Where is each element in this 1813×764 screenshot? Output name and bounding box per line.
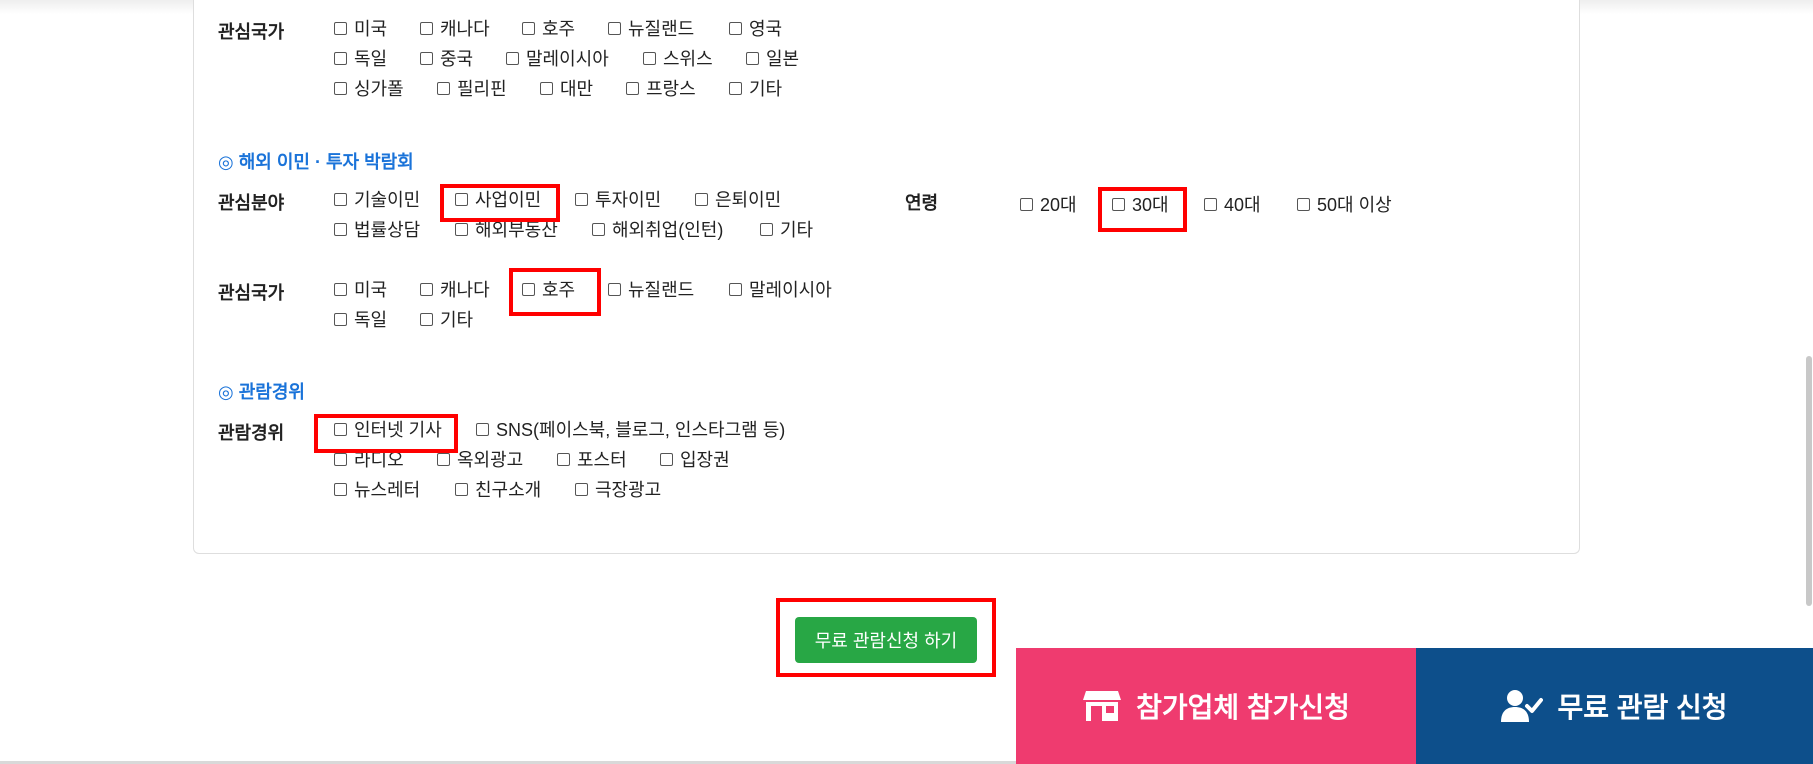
visit-path-section-title: ◎ 관람경위 [218,382,305,402]
checkbox-country-germany[interactable]: 독일 [334,47,387,69]
checkbox-visit-ticket[interactable]: 입장권 [660,448,730,470]
interest-country-label: 관심국가 [218,22,285,42]
checkbox-country-switzerland[interactable]: 스위스 [643,47,713,69]
checkbox-visit-radio[interactable]: 라디오 [334,448,404,470]
checkbox-visit-newsletter[interactable]: 뉴스레터 [334,478,420,500]
checkbox-field-other[interactable]: 기타 [760,218,813,240]
checkbox-expo-country-canada[interactable]: 캐나다 [420,278,490,300]
checkbox-expo-country-australia[interactable]: 호주 [522,278,575,300]
checkbox-country-malaysia[interactable]: 말레이시아 [506,47,609,69]
checkbox-field-realestate[interactable]: 해외부동산 [455,218,558,240]
checkbox-visit-poster[interactable]: 포스터 [557,448,627,470]
checkbox-country-france[interactable]: 프랑스 [626,77,696,99]
exhibitor-apply-label: 참가업체 참가신청 [1136,692,1350,723]
checkbox-expo-country-other[interactable]: 기타 [420,308,473,330]
checkbox-visit-friend[interactable]: 친구소개 [455,478,541,500]
exhibitor-apply-button[interactable]: 참가업체 참가신청 [1016,648,1416,764]
checkbox-expo-country-usa[interactable]: 미국 [334,278,387,300]
checkbox-field-business[interactable]: 사업이민 [455,188,541,210]
checkbox-country-uk[interactable]: 영국 [729,17,782,39]
interest-field-label: 관심분야 [218,193,285,213]
free-visit-submit-button[interactable]: 무료 관람신청 하기 [795,617,977,663]
checkbox-field-investment[interactable]: 투자이민 [575,188,661,210]
checkbox-age-40s[interactable]: 40대 [1204,193,1261,215]
checkbox-country-japan[interactable]: 일본 [746,47,799,69]
visit-path-label: 관람경위 [218,423,285,443]
immigration-expo-section-title: ◎ 해외 이민 · 투자 박람회 [218,152,414,172]
checkbox-field-skilled[interactable]: 기술이민 [334,188,420,210]
vertical-scrollbar[interactable] [1806,356,1812,606]
checkbox-country-philippines[interactable]: 필리핀 [437,77,507,99]
checkbox-field-retirement[interactable]: 은퇴이민 [695,188,781,210]
checkbox-expo-country-germany[interactable]: 독일 [334,308,387,330]
checkbox-field-legal[interactable]: 법률상담 [334,218,420,240]
free-visit-apply-label: 무료 관람 신청 [1557,692,1728,723]
checkbox-age-20s[interactable]: 20대 [1020,193,1077,215]
user-check-icon [1501,689,1544,723]
free-visit-apply-button[interactable]: 무료 관람 신청 [1416,648,1813,764]
checkbox-expo-country-malaysia[interactable]: 말레이시아 [729,278,832,300]
checkbox-country-usa[interactable]: 미국 [334,17,387,39]
checkbox-country-newzealand[interactable]: 뉴질랜드 [608,17,694,39]
checkbox-field-overseas-job[interactable]: 해외취업(인턴) [592,218,723,240]
store-icon [1082,689,1122,723]
application-form-card: 관심국가 미국 캐나다 호주 뉴질랜드 영국 독일 중국 말레이시아 스위스 일… [193,0,1580,554]
checkbox-visit-outdoor-ad[interactable]: 옥외광고 [437,448,523,470]
checkbox-country-singapore[interactable]: 싱가폴 [334,77,404,99]
checkbox-visit-internet-article[interactable]: 인터넷 기사 [334,418,442,440]
checkbox-country-australia[interactable]: 호주 [522,17,575,39]
checkbox-country-china[interactable]: 중국 [420,47,473,69]
checkbox-expo-country-newzealand[interactable]: 뉴질랜드 [608,278,694,300]
checkbox-age-30s[interactable]: 30대 [1112,193,1169,215]
checkbox-age-50s-plus[interactable]: 50대 이상 [1297,193,1392,215]
age-label: 연령 [905,193,939,213]
checkbox-visit-theater-ad[interactable]: 극장광고 [575,478,661,500]
checkbox-visit-sns[interactable]: SNS(페이스북, 블로그, 인스타그램 등) [476,418,785,440]
interest-country-label-expo: 관심국가 [218,283,285,303]
checkbox-country-other[interactable]: 기타 [729,77,782,99]
checkbox-country-canada[interactable]: 캐나다 [420,17,490,39]
checkbox-country-taiwan[interactable]: 대만 [540,77,593,99]
